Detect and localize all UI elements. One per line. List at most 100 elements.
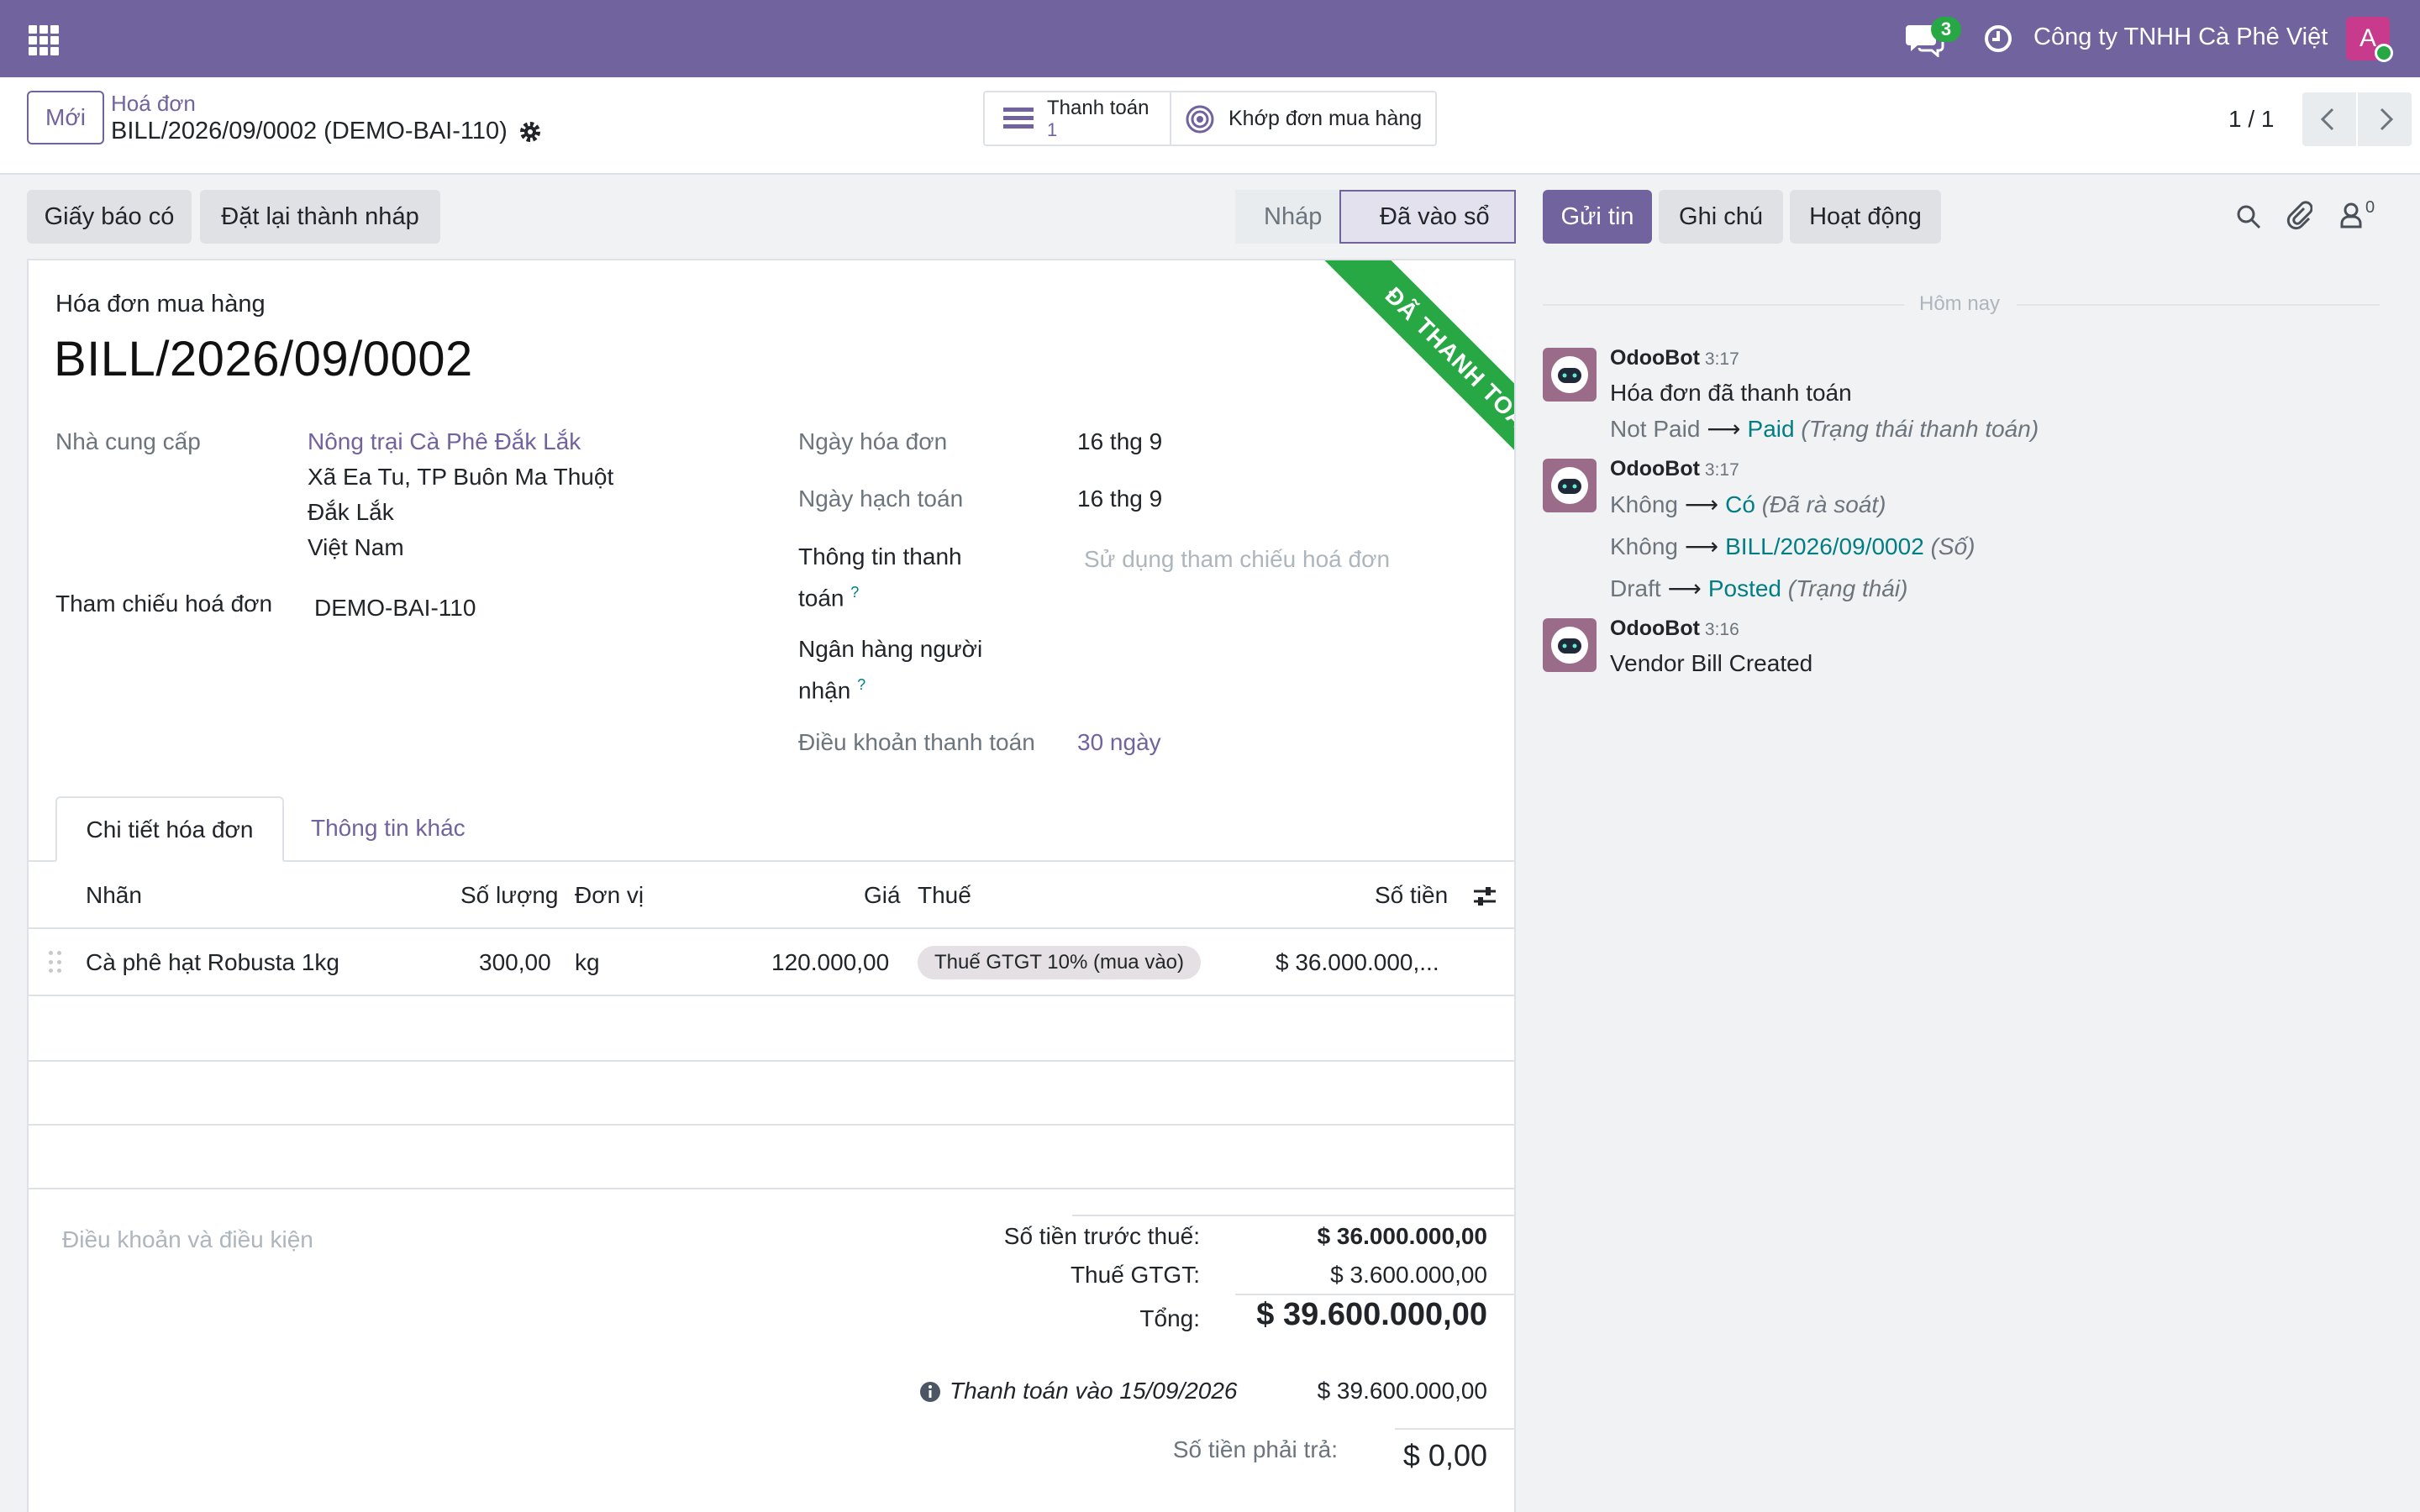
- bill-reference-field[interactable]: DEMO-BAI-110: [314, 595, 476, 622]
- credit-note-button[interactable]: Giấy báo có: [27, 190, 192, 244]
- activities-button[interactable]: Hoạt động: [1790, 190, 1941, 244]
- company-switcher[interactable]: Công ty TNHH Cà Phê Việt: [2033, 24, 2328, 51]
- vendor-address-line: Việt Nam: [308, 534, 404, 560]
- payment-terms-field[interactable]: 30 ngày: [1077, 729, 1161, 756]
- table-row-divider: [29, 1060, 1514, 1062]
- apps-menu-icon[interactable]: [29, 25, 59, 55]
- smart-button-payments-label[interactable]: Thanh toán: [1047, 97, 1149, 120]
- invoice-date-field[interactable]: 16 thg 9: [1077, 428, 1162, 455]
- message-body: Hóa đơn đã thanh toán: [1610, 380, 1852, 406]
- odoobot-avatar[interactable]: [1543, 618, 1597, 672]
- message-author[interactable]: OdooBot 3:17: [1610, 346, 1739, 370]
- recipient-bank-label: Ngân hàng người nhận ?: [798, 636, 983, 704]
- vendor-name-link[interactable]: Nông trại Cà Phê Đắk Lắk: [308, 428, 581, 455]
- payment-reference-input[interactable]: Sử dụng tham chiếu hoá đơn: [1084, 546, 1390, 573]
- status-draft[interactable]: Nháp: [1235, 190, 1339, 244]
- info-icon[interactable]: [919, 1381, 941, 1403]
- message-author[interactable]: OdooBot 3:17: [1610, 457, 1739, 481]
- arrow-right-icon: ⟶: [1684, 533, 1719, 559]
- payment-line: Thanh toán vào 15/09/2026: [950, 1378, 1238, 1404]
- arrow-right-icon: ⟶: [1707, 416, 1741, 442]
- vendor-label: Nhà cung cấp: [55, 428, 201, 454]
- totals-divider: [1072, 1215, 1514, 1216]
- presence-indicator: [2375, 44, 2393, 62]
- smart-button-divider: [1170, 92, 1171, 144]
- tracking-value: Không ⟶ BILL/2026/09/0002 (Số): [1610, 533, 1975, 559]
- paid-ribbon-text: ĐÃ THANH TOÁN: [1308, 260, 1514, 518]
- document-number: BILL/2026/09/0002: [54, 332, 473, 386]
- log-note-button[interactable]: Ghi chú: [1659, 190, 1783, 244]
- tracking-value: Không ⟶ Có (Đã rà soát): [1610, 491, 1886, 517]
- untaxed-amount-value: $ 36.000.000,00: [1317, 1223, 1487, 1249]
- activity-clock-icon[interactable]: [1983, 24, 2013, 54]
- new-button[interactable]: Mới: [27, 91, 104, 144]
- total-label: Tổng:: [1139, 1305, 1200, 1331]
- status-posted[interactable]: Đã vào sổ: [1339, 190, 1516, 244]
- totals-divider: [1235, 1294, 1514, 1295]
- list-bars-icon[interactable]: [1003, 106, 1034, 131]
- amount-due-value: $ 0,00: [1402, 1438, 1487, 1473]
- drag-handle-icon[interactable]: [49, 951, 62, 974]
- payment-reference-label: Thông tin thanh toán ?: [798, 543, 962, 612]
- column-header-price[interactable]: Giá: [864, 882, 901, 909]
- vendor-address-line: Xã Ea Tu, TP Buôn Ma Thuột: [308, 464, 614, 490]
- pager-value[interactable]: 1 / 1: [2228, 106, 2274, 133]
- followers-count[interactable]: 0: [2365, 198, 2375, 218]
- table-row-divider: [29, 1188, 1514, 1189]
- terms-conditions-input[interactable]: Điều khoản và điều kiện: [62, 1226, 313, 1253]
- column-header-tax[interactable]: Thuế: [918, 882, 971, 909]
- vat-label: Thuế GTGT:: [1070, 1262, 1200, 1288]
- tab-other-info[interactable]: Thông tin khác: [311, 815, 466, 842]
- document-type: Hóa đơn mua hàng: [55, 291, 266, 318]
- column-settings-icon[interactable]: [1472, 884, 1497, 909]
- odoobot-avatar[interactable]: [1543, 459, 1597, 512]
- column-header-amount[interactable]: Số tiền: [1375, 882, 1448, 909]
- line-price[interactable]: 120.000,00: [771, 949, 889, 976]
- chat-count-badge: 3: [1931, 17, 1961, 42]
- total-value: $ 39.600.000,00: [1256, 1297, 1487, 1332]
- pager-previous-button[interactable]: [2302, 92, 2356, 146]
- pager-next-button[interactable]: [2358, 92, 2412, 146]
- tracking-value: Not Paid ⟶ Paid (Trạng thái thanh toán): [1610, 416, 2039, 442]
- line-uom[interactable]: kg: [575, 949, 600, 976]
- paid-ribbon: ĐÃ THANH TOÁN: [1235, 260, 1514, 539]
- untaxed-amount-label: Số tiền trước thuế:: [1003, 1223, 1200, 1249]
- smart-button-payments-count[interactable]: 1: [1047, 119, 1057, 141]
- tab-invoice-lines[interactable]: Chi tiết hóa đơn: [55, 796, 284, 862]
- breadcrumb-current: BILL/2026/09/0002 (DEMO-BAI-110): [111, 118, 508, 144]
- column-header-uom[interactable]: Đơn vị: [575, 882, 644, 909]
- vat-value: $ 3.600.000,00: [1330, 1262, 1487, 1288]
- tracking-value: Draft ⟶ Posted (Trạng thái): [1610, 575, 1908, 601]
- gear-icon[interactable]: [518, 119, 543, 144]
- chevron-right-icon: [2380, 108, 2394, 131]
- breadcrumb-parent[interactable]: Hoá đơn: [111, 91, 196, 117]
- payment-line-amount: $ 39.600.000,00: [1317, 1378, 1487, 1404]
- line-tax-tag[interactable]: Thuế GTGT 10% (mua vào): [918, 946, 1201, 979]
- date-separator-today: Hôm nay: [1919, 292, 2001, 315]
- odoobot-avatar[interactable]: [1543, 348, 1597, 402]
- column-header-quantity[interactable]: Số lượng: [460, 882, 559, 909]
- search-icon[interactable]: [2235, 203, 2262, 230]
- reset-to-draft-button[interactable]: Đặt lại thành nháp: [200, 190, 440, 244]
- bill-reference-label: Tham chiếu hoá đơn: [55, 591, 273, 617]
- line-label[interactable]: Cà phê hạt Robusta 1kg: [86, 949, 339, 976]
- help-tooltip-icon[interactable]: ?: [850, 584, 859, 601]
- table-row-divider: [29, 1124, 1514, 1126]
- line-quantity[interactable]: 300,00: [479, 949, 551, 976]
- bullseye-icon[interactable]: [1185, 104, 1215, 134]
- chevron-left-icon: [2320, 108, 2334, 131]
- vendor-address-line: Đắk Lắk: [308, 499, 394, 525]
- send-message-button[interactable]: Gửi tin: [1543, 190, 1652, 244]
- accounting-date-field[interactable]: 16 thg 9: [1077, 486, 1162, 512]
- table-row-divider: [29, 927, 1514, 929]
- accounting-date-label: Ngày hạch toán: [798, 486, 964, 512]
- smart-button-po-match[interactable]: Khớp đơn mua hàng: [1228, 107, 1422, 131]
- help-tooltip-icon[interactable]: ?: [857, 676, 865, 693]
- message-author[interactable]: OdooBot 3:16: [1610, 617, 1739, 641]
- date-separator-line: [1543, 304, 1904, 306]
- column-header-label[interactable]: Nhãn: [86, 882, 142, 909]
- amount-due-label: Số tiền phải trả:: [1172, 1436, 1338, 1462]
- followers-icon[interactable]: [2339, 202, 2363, 228]
- paperclip-icon[interactable]: [2286, 200, 2312, 230]
- arrow-right-icon: ⟶: [1667, 575, 1702, 601]
